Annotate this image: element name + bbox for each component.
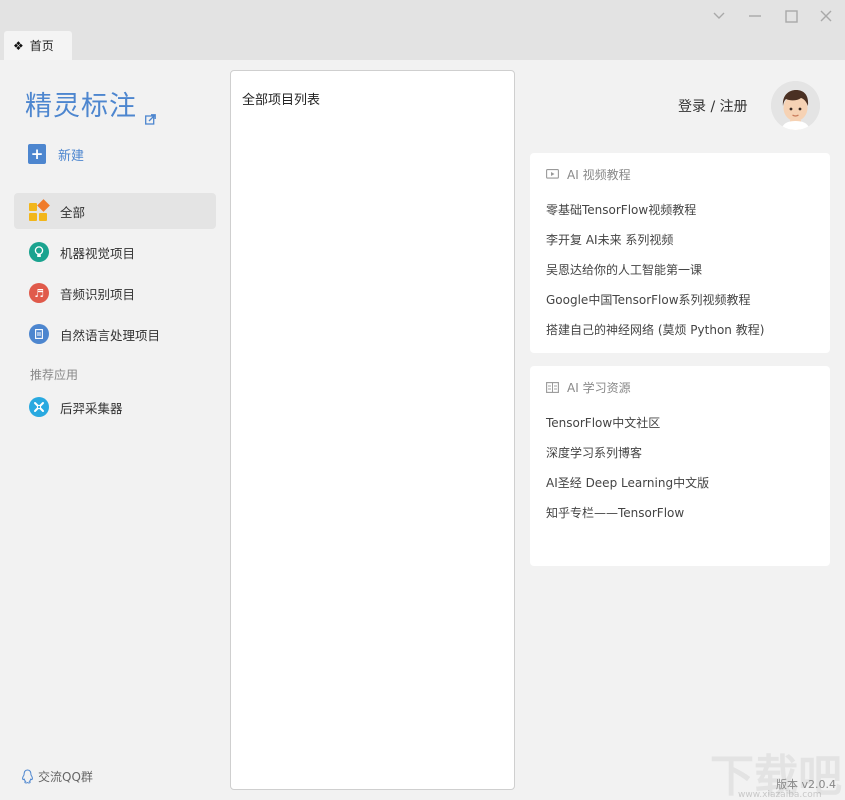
book-icon [546,382,559,393]
title-bar: ❖ 首页 [0,0,845,60]
card-title-text: AI 学习资源 [567,381,631,395]
ai-resource-card: AI 学习资源 TensorFlow中文社区 深度学习系列博客 AI圣经 Dee… [530,366,830,566]
sidebar-item-all[interactable]: 全部 [14,193,216,229]
bulb-icon [29,242,49,262]
resource-link[interactable]: 深度学习系列博客 [546,444,642,461]
tab-label: 首页 [29,39,54,53]
sidebar-item-label: 自然语言处理项目 [60,327,161,343]
brand-title[interactable]: 精灵标注 [25,84,156,125]
resource-link[interactable]: TensorFlow中文社区 [546,414,660,431]
sidebar-item-label: 后羿采集器 [60,400,123,416]
video-link[interactable]: Google中国TensorFlow系列视频教程 [546,291,751,308]
video-link[interactable]: 吴恩达给你的人工智能第一课 [546,261,702,278]
video-link[interactable]: 李开复 AI未来 系列视频 [546,231,673,248]
recommended-apps-heading: 推荐应用 [30,368,79,382]
sidebar-item-label: 全部 [60,204,86,220]
all-projects-icon [29,199,50,221]
tab-home[interactable]: ❖ 首页 [4,31,72,60]
project-list-panel: 全部项目列表 [230,70,515,790]
project-list-title: 全部项目列表 [242,93,321,108]
new-project-label: 新建 [58,148,85,164]
resource-link[interactable]: 知乎专栏——TensorFlow [546,504,684,521]
sidebar-item-audio[interactable]: ♬ 音频识别项目 [14,275,216,311]
resource-link[interactable]: AI圣经 Deep Learning中文版 [546,474,709,491]
brand-text: 精灵标注 [25,91,137,122]
maximize-icon[interactable] [781,6,801,26]
ai-video-card: AI 视频教程 零基础TensorFlow视频教程 李开复 AI未来 系列视频 … [530,153,830,353]
plus-icon: + [28,144,46,164]
version-label: 版本 v2.0.4 [776,778,836,791]
avatar[interactable] [771,81,820,130]
external-link-icon [145,101,156,125]
ai-video-card-title: AI 视频教程 [546,166,631,183]
music-icon: ♬ [29,283,49,303]
app-grid-icon: ❖ [13,38,24,53]
card-title-text: AI 视频教程 [567,168,631,182]
document-icon [29,324,49,344]
close-icon[interactable] [816,6,836,26]
chevron-down-icon[interactable] [709,6,729,26]
qq-icon [20,769,34,785]
sidebar-item-label: 音频识别项目 [60,286,136,302]
sidebar-item-label: 机器视觉项目 [60,245,136,261]
sidebar-item-machine-vision[interactable]: 机器视觉项目 [14,234,216,270]
sidebar-item-houyi-collector[interactable]: 后羿采集器 [14,389,216,425]
qq-group-label: 交流QQ群 [38,770,93,784]
minimize-icon[interactable] [745,6,765,26]
collector-icon [29,397,49,417]
sidebar-item-nlp[interactable]: 自然语言处理项目 [14,316,216,352]
ai-resource-card-title: AI 学习资源 [546,379,631,396]
new-project-button[interactable]: + 新建 [28,144,84,164]
video-link[interactable]: 搭建自己的神经网络 (莫烦 Python 教程) [546,321,764,338]
video-link[interactable]: 零基础TensorFlow视频教程 [546,201,696,218]
qq-group-link[interactable]: 交流QQ群 [20,768,93,785]
login-register-link[interactable]: 登录 / 注册 [678,96,748,116]
video-icon [546,169,559,180]
